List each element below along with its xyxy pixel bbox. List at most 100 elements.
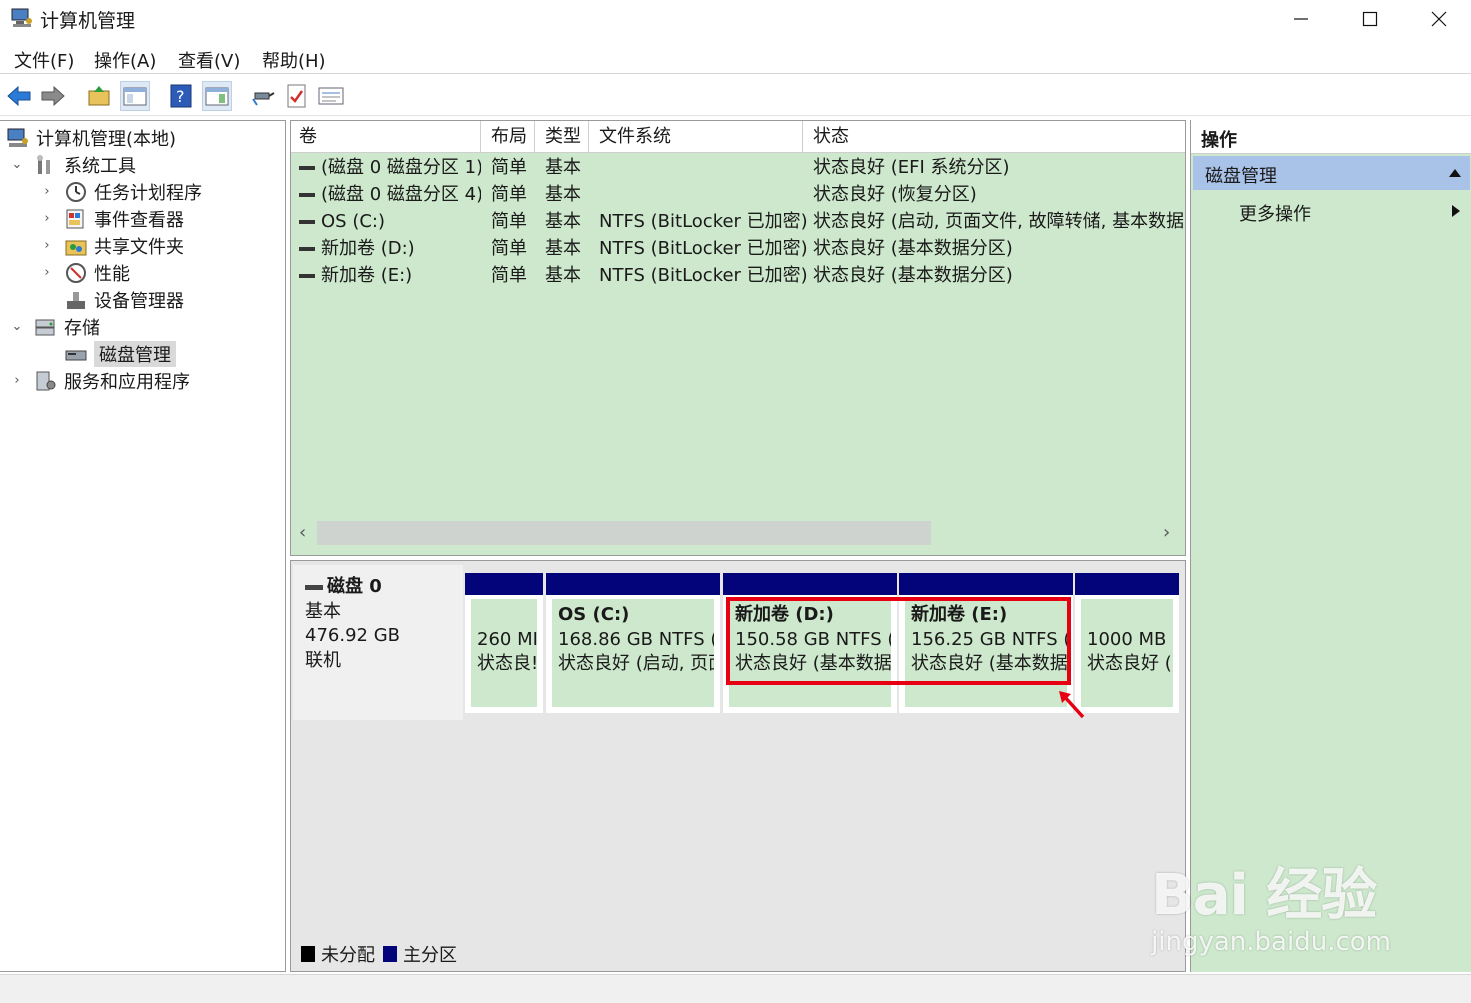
layout-cell: 简单 (491, 211, 527, 232)
back-arrow-icon (7, 85, 31, 107)
disk-info[interactable]: 磁盘 0 基本 476.92 GB 联机 (293, 565, 463, 720)
column-filesystem[interactable]: 文件系统 (591, 121, 803, 153)
tree-item-services-apps[interactable]: › 服务和应用程序 (8, 367, 190, 394)
tree-item-task-scheduler[interactable]: › 任务计划程序 (38, 178, 202, 205)
type-cell: 基本 (545, 211, 581, 232)
partition-header (723, 573, 897, 595)
tree-item-event-viewer[interactable]: › 事件查看器 (38, 205, 184, 232)
forward-button[interactable] (38, 81, 68, 111)
scrollbar-thumb[interactable] (317, 521, 931, 545)
chevron-right-icon[interactable]: › (38, 211, 56, 226)
help-button[interactable]: ? (166, 81, 196, 111)
disk-graphical-view: 磁盘 0 基本 476.92 GB 联机 260 MI 状态良! OS (C:)… (290, 560, 1186, 972)
scroll-right-icon[interactable]: › (1163, 521, 1170, 545)
close-icon (1431, 11, 1447, 27)
close-button[interactable] (1404, 0, 1471, 38)
baidu-watermark: Bai 经验 jingyan.baidu.com (1151, 850, 1391, 957)
show-hide-action-pane-button[interactable] (202, 81, 232, 111)
folder-up-icon (88, 86, 110, 106)
checklist-icon (287, 84, 306, 108)
table-row[interactable]: 新加卷 (D:) 简单 基本 NTFS (BitLocker 已加密) 状态良好… (291, 235, 1185, 262)
actions-section-label: 磁盘管理 (1205, 166, 1277, 187)
tree-label-event-viewer: 事件查看器 (94, 209, 184, 231)
action-pane-icon (205, 87, 229, 106)
column-status[interactable]: 状态 (805, 121, 1185, 153)
partition-status: 状态良好 (启动, 页面 (558, 653, 714, 674)
chevron-right-icon[interactable] (1451, 204, 1461, 218)
partition-efi[interactable]: 260 MI 状态良! (465, 573, 543, 713)
tree-item-device-manager[interactable]: 设备管理器 (64, 286, 184, 313)
tree-label-performance: 性能 (94, 263, 130, 285)
chevron-right-icon[interactable]: › (38, 265, 56, 280)
minimize-button[interactable] (1266, 0, 1336, 38)
menu-help[interactable]: 帮助(H) (262, 47, 326, 73)
partition-recovery[interactable]: 1000 MB 状态良好 ( (1075, 573, 1179, 713)
tree-item-storage[interactable]: ⌄ 存储 (8, 313, 100, 340)
chevron-right-icon[interactable]: › (38, 238, 56, 253)
type-cell: 基本 (545, 238, 581, 259)
tree-root[interactable]: 计算机管理(本地) (6, 124, 176, 151)
status-cell: 状态良好 (EFI 系统分区) (813, 157, 1010, 178)
column-type[interactable]: 类型 (537, 121, 589, 153)
show-hide-console-tree-button[interactable] (120, 81, 150, 111)
properties-list-icon (318, 87, 344, 105)
volume-name: OS (C:) (321, 211, 385, 232)
menu-action[interactable]: 操作(A) (94, 47, 156, 73)
menu-file[interactable]: 文件(F) (14, 47, 74, 73)
menu-view[interactable]: 查看(V) (178, 47, 240, 73)
services-icon (36, 371, 56, 390)
partition-size: 168.86 GB NTFS (E (558, 628, 714, 650)
tree-item-system-tools[interactable]: ⌄ 系统工具 (8, 151, 136, 178)
table-row[interactable]: OS (C:) 简单 基本 NTFS (BitLocker 已加密) 状态良好 … (291, 208, 1185, 235)
chevron-down-icon[interactable]: ⌄ (8, 319, 26, 334)
up-level-button[interactable] (84, 81, 114, 111)
volume-icon (299, 220, 315, 224)
chevron-right-icon[interactable]: › (38, 184, 56, 199)
collapse-up-icon[interactable] (1448, 168, 1462, 178)
shared-folder-icon (65, 240, 87, 255)
column-layout[interactable]: 布局 (483, 121, 535, 153)
status-cell: 状态良好 (基本数据分区) (813, 238, 1013, 259)
filesystem-cell: NTFS (BitLocker 已加密) (599, 211, 808, 232)
tree-item-disk-management[interactable]: 磁盘管理 (64, 340, 176, 367)
chevron-down-icon[interactable]: ⌄ (8, 157, 26, 172)
tree-item-shared-folders[interactable]: › 共享文件夹 (38, 232, 184, 259)
layout-cell: 简单 (491, 184, 527, 205)
back-button[interactable] (4, 81, 34, 111)
tree-label-storage: 存储 (64, 317, 100, 339)
scroll-left-icon[interactable]: ‹ (299, 521, 306, 545)
properties-button[interactable] (316, 81, 346, 111)
column-volume[interactable]: 卷 (291, 121, 481, 153)
watermark-url: jingyan.baidu.com (1151, 927, 1391, 957)
volume-icon (299, 193, 315, 197)
help-icon: ? (170, 84, 192, 108)
tree-item-performance[interactable]: › 性能 (38, 259, 130, 286)
partition-header (899, 573, 1073, 595)
maximize-button[interactable] (1335, 0, 1405, 38)
partition-size: 1000 MB (1087, 628, 1167, 650)
more-actions[interactable]: 更多操作 (1239, 200, 1311, 226)
forward-arrow-icon (41, 85, 65, 107)
check-button[interactable] (282, 81, 312, 111)
type-cell: 基本 (545, 265, 581, 286)
window-title: 计算机管理 (40, 10, 136, 32)
horizontal-scrollbar[interactable]: ‹ › (291, 521, 1185, 545)
table-row[interactable]: 新加卷 (E:) 简单 基本 NTFS (BitLocker 已加密) 状态良好… (291, 262, 1185, 289)
highlight-annotation (726, 597, 1071, 685)
partition-status: 状态良好 ( (1087, 653, 1172, 674)
partition-status: 状态良! (477, 653, 537, 674)
partition-c[interactable]: OS (C:) 168.86 GB NTFS (E 状态良好 (启动, 页面 (546, 573, 720, 713)
tools-icon (37, 154, 50, 174)
partition-title: OS (C:) (558, 604, 630, 625)
table-row[interactable]: (磁盘 0 磁盘分区 4) 简单 基本 状态良好 (恢复分区) (291, 181, 1185, 208)
table-row[interactable]: (磁盘 0 磁盘分区 1) 简单 基本 状态良好 (EFI 系统分区) (291, 154, 1185, 181)
minimize-icon (1294, 18, 1308, 20)
status-cell: 状态良好 (恢复分区) (813, 184, 977, 205)
chevron-right-icon[interactable]: › (8, 373, 26, 388)
filesystem-cell: NTFS (BitLocker 已加密) (599, 265, 808, 286)
actions-section-disk-management[interactable]: 磁盘管理 (1193, 156, 1470, 190)
tree-label-disk-management: 磁盘管理 (94, 340, 176, 367)
status-cell: 状态良好 (启动, 页面文件, 故障转储, 基本数据分 (813, 211, 1183, 232)
connect-button[interactable] (248, 81, 278, 111)
legend: 未分配 主分区 (301, 941, 457, 967)
